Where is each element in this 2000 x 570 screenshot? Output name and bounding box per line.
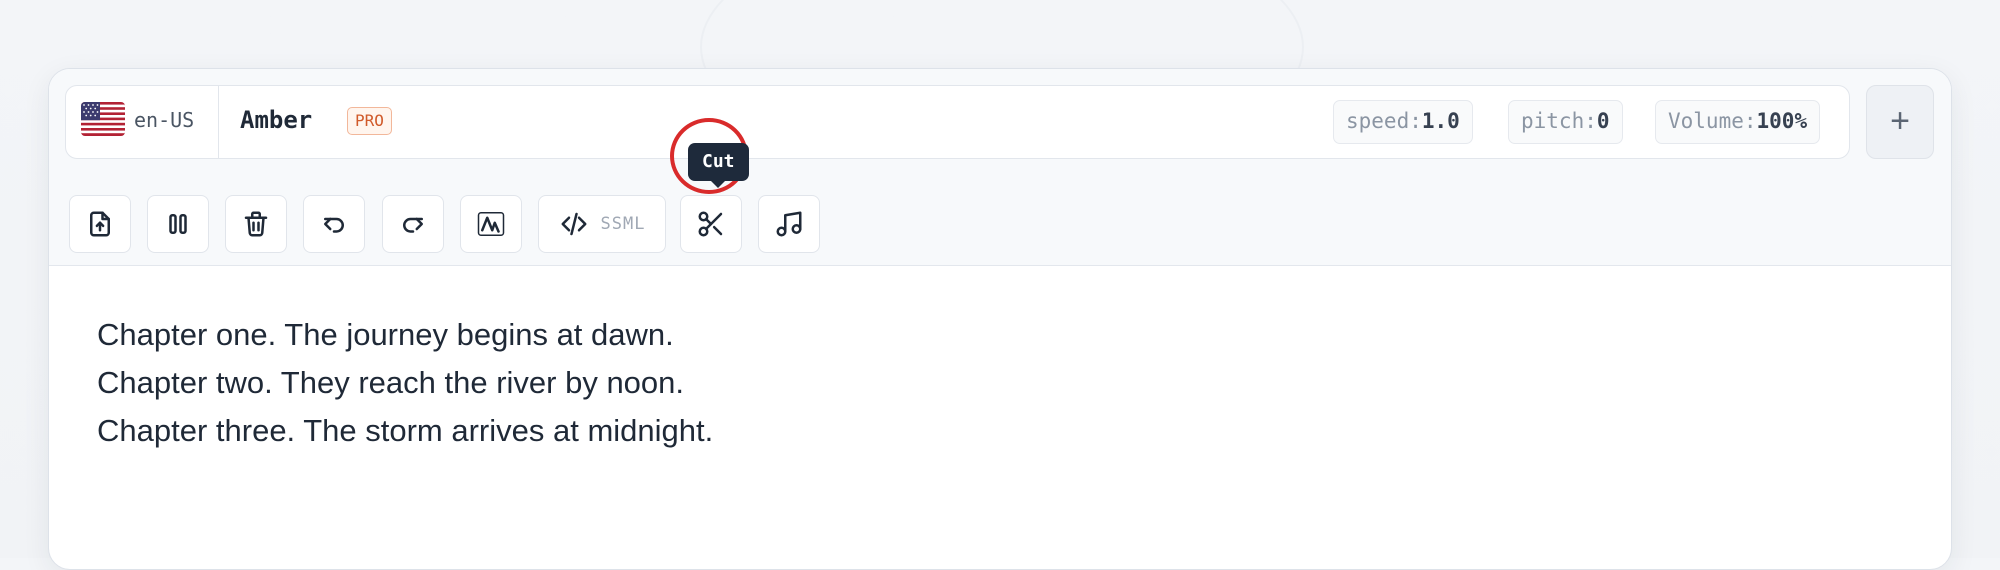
trash-icon [244,211,268,237]
voice-name[interactable]: Amber [240,106,312,134]
locale-code: en-US [134,108,195,132]
waveform-icon [477,212,505,236]
waveform-button[interactable] [460,195,522,253]
editor-line[interactable]: Chapter two. They reach the river by noo… [97,359,713,407]
code-icon [561,212,587,236]
pause-icon [169,214,187,234]
tts-editor-panel: en-US Amber PRO speed:1.0 pitch:0 Volume… [48,68,1952,570]
volume-label: Volume: [1668,109,1757,133]
speed-label: speed: [1346,109,1422,133]
locale-selector[interactable]: en-US [66,86,219,158]
music-button[interactable] [758,195,820,253]
speed-value: 1.0 [1421,109,1460,133]
pitch-label: pitch: [1521,109,1597,133]
upload-icon [90,211,110,237]
pitch-setting[interactable]: pitch:0 [1508,100,1623,144]
editor-line[interactable]: Chapter three. The storm arrives at midn… [97,407,713,455]
redo-button[interactable] [382,195,444,253]
redo-icon [403,217,423,233]
voice-selector-bar[interactable]: en-US Amber PRO speed:1.0 pitch:0 Volume… [65,85,1850,159]
delete-button[interactable] [225,195,287,253]
volume-value: 100% [1756,109,1808,133]
undo-icon [324,217,344,233]
pitch-value: 0 [1596,109,1610,133]
us-flag-icon [81,102,125,136]
cut-tooltip: Cut [688,143,749,188]
undo-button[interactable] [303,195,365,253]
scissors-icon [698,211,723,237]
ssml-button[interactable]: SSML [538,195,666,253]
ssml-label: SSML [600,214,646,234]
upload-button[interactable] [69,195,131,253]
text-editor[interactable]: Chapter one. The journey begins at dawn.… [97,311,713,455]
editor-line[interactable]: Chapter one. The journey begins at dawn. [97,311,713,359]
pause-button[interactable] [147,195,209,253]
speed-setting[interactable]: speed:1.0 [1333,100,1473,144]
add-button[interactable]: + [1866,85,1934,159]
music-note-icon [776,211,802,237]
volume-setting[interactable]: Volume:100% [1655,100,1821,144]
panel-header: en-US Amber PRO speed:1.0 pitch:0 Volume… [49,69,1951,186]
cut-button[interactable] [680,195,742,253]
editor-toolbar: SSML [49,185,1951,266]
pro-badge: PRO [347,107,392,135]
